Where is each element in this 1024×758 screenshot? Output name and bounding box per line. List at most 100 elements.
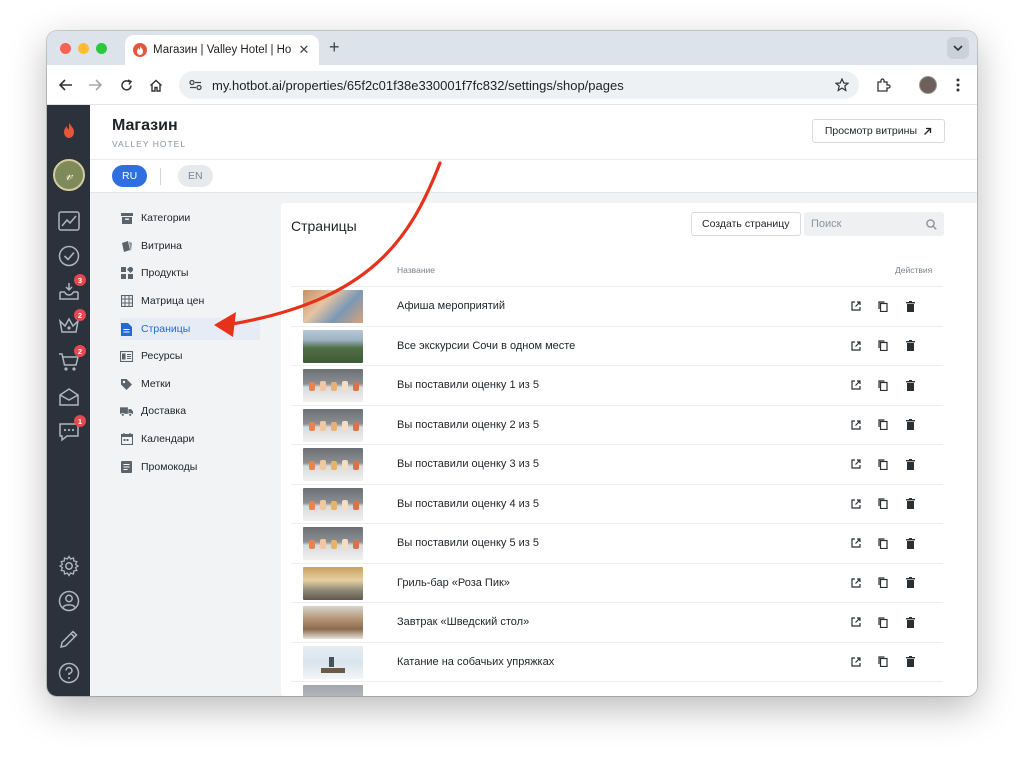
table-row[interactable]: Катание на собачьих упряжках [291,641,943,682]
address-bar[interactable]: my.hotbot.ai/properties/65f2c01f38e33000… [179,71,859,99]
nav-item-price-matrix[interactable]: Матрица цен [120,290,260,312]
lang-ru-button[interactable]: RU [112,165,148,187]
forward-button[interactable] [85,75,105,95]
copy-icon[interactable] [877,458,889,470]
nav-item-promo-codes[interactable]: Промокоды [120,456,260,478]
preview-storefront-button[interactable]: Просмотр витрины [811,119,945,143]
site-settings-icon[interactable] [189,79,202,91]
inbox-icon[interactable]: 3 [56,274,86,304]
copy-icon[interactable] [877,616,889,628]
page-name[interactable]: Вы поставили оценку 3 из 5 [397,458,539,470]
nav-item-products[interactable]: Продукты [120,262,260,284]
user-profile-icon[interactable] [56,588,82,614]
copy-icon[interactable] [877,379,889,391]
copy-icon[interactable] [877,537,889,549]
copy-icon[interactable] [877,340,889,352]
copy-icon[interactable] [877,577,889,589]
table-row[interactable]: Завтрак «Шведский стол» [291,602,943,642]
table-row[interactable]: Гриль-бар «Роза Пик» [291,562,943,603]
lang-en-button[interactable]: EN [178,165,213,187]
zoom-window-button[interactable] [96,43,107,54]
settings-gear-icon[interactable] [56,553,82,579]
open-external-icon[interactable] [850,616,862,628]
tasks-check-icon[interactable] [56,243,82,269]
open-external-icon[interactable] [850,300,862,312]
create-page-button[interactable]: Создать страницу [691,212,801,236]
table-row[interactable]: Вы поставили оценку 5 из 5 [291,523,943,563]
page-name[interactable]: Все экскурсии Сочи в одном месте [397,340,575,352]
copy-icon[interactable] [877,498,889,510]
page-name[interactable]: Вы поставили оценку 4 из 5 [397,498,539,510]
table-row[interactable] [291,681,943,696]
help-icon[interactable] [56,660,82,686]
trash-icon[interactable] [904,498,916,510]
page-name[interactable]: Вы поставили оценку 2 из 5 [397,419,539,431]
crown-badge: 2 [74,309,86,321]
reload-button[interactable] [116,75,136,95]
nav-item-showcase[interactable]: Витрина [120,235,260,257]
back-button[interactable] [56,75,76,95]
nav-item-calendars[interactable]: Календари [120,428,260,450]
open-external-icon[interactable] [850,340,862,352]
profile-avatar[interactable] [919,76,937,94]
open-external-icon[interactable] [850,498,862,510]
table-row[interactable]: Вы поставили оценку 1 из 5 [291,365,943,405]
trash-icon[interactable] [904,616,916,628]
home-button[interactable] [146,75,166,95]
tab-close-icon[interactable]: ✕ [297,42,311,58]
copy-icon[interactable] [877,656,889,668]
cart-icon[interactable]: 2 [56,345,86,375]
open-external-icon[interactable] [850,537,862,549]
trash-icon[interactable] [904,419,916,431]
nav-item-resources[interactable]: Ресурсы [120,345,260,367]
page-name[interactable]: Гриль-бар «Роза Пик» [397,577,510,589]
hotbot-logo-icon[interactable] [56,117,82,143]
page-name[interactable]: Завтрак «Шведский стол» [397,616,529,628]
open-external-icon[interactable] [850,419,862,431]
open-external-icon[interactable] [850,379,862,391]
nav-item-pages[interactable]: Страницы [120,318,260,340]
crown-icon[interactable]: 2 [56,309,86,339]
open-external-icon[interactable] [850,577,862,589]
trash-icon[interactable] [904,656,916,668]
minimize-window-button[interactable] [78,43,89,54]
table-row[interactable]: Афиша мероприятий [291,286,943,326]
copy-icon[interactable] [877,419,889,431]
browser-menu-button[interactable] [948,75,968,95]
page-name[interactable]: Вы поставили оценку 1 из 5 [397,379,539,391]
browser-tab[interactable]: Магазин | Valley Hotel | Hotbot ✕ [125,35,319,65]
trash-icon[interactable] [904,537,916,549]
new-tab-button[interactable]: + [329,37,340,58]
page-name[interactable]: Вы поставили оценку 5 из 5 [397,537,539,549]
extensions-button[interactable] [873,75,893,95]
search-input[interactable]: Поиск [804,212,944,236]
trash-icon[interactable] [904,340,916,352]
table-row[interactable]: Вы поставили оценку 4 из 5 [291,483,943,524]
nav-item-tags[interactable]: Метки [120,373,260,395]
table-row[interactable]: Все экскурсии Сочи в одном месте [291,325,943,366]
open-external-icon[interactable] [850,656,862,668]
table-row[interactable]: Вы поставили оценку 3 из 5 [291,444,943,484]
analytics-icon[interactable] [56,208,82,234]
pencil-icon[interactable] [56,626,82,652]
page-thumbnail [303,408,363,442]
trash-icon[interactable] [904,300,916,312]
open-external-icon[interactable] [850,458,862,470]
tab-search-button[interactable] [947,37,969,59]
bookmark-star-icon[interactable] [835,78,849,92]
main-rail: 𝓋 3 2 2 1 [47,105,90,696]
mail-icon[interactable] [56,384,82,410]
nav-item-categories[interactable]: Категории [120,207,260,229]
trash-icon[interactable] [904,458,916,470]
page-name[interactable]: Афиша мероприятий [397,300,505,312]
close-window-button[interactable] [60,43,71,54]
trash-icon[interactable] [904,379,916,391]
chat-icon[interactable]: 1 [56,415,86,445]
page-name[interactable]: Катание на собачьих упряжках [397,656,554,668]
trash-icon[interactable] [904,577,916,589]
copy-icon[interactable] [877,300,889,312]
property-logo[interactable]: 𝓋 [53,159,85,191]
nav-item-delivery[interactable]: Доставка [120,400,260,422]
nav-item-label: Промокоды [141,461,198,473]
table-row[interactable]: Вы поставили оценку 2 из 5 [291,404,943,445]
